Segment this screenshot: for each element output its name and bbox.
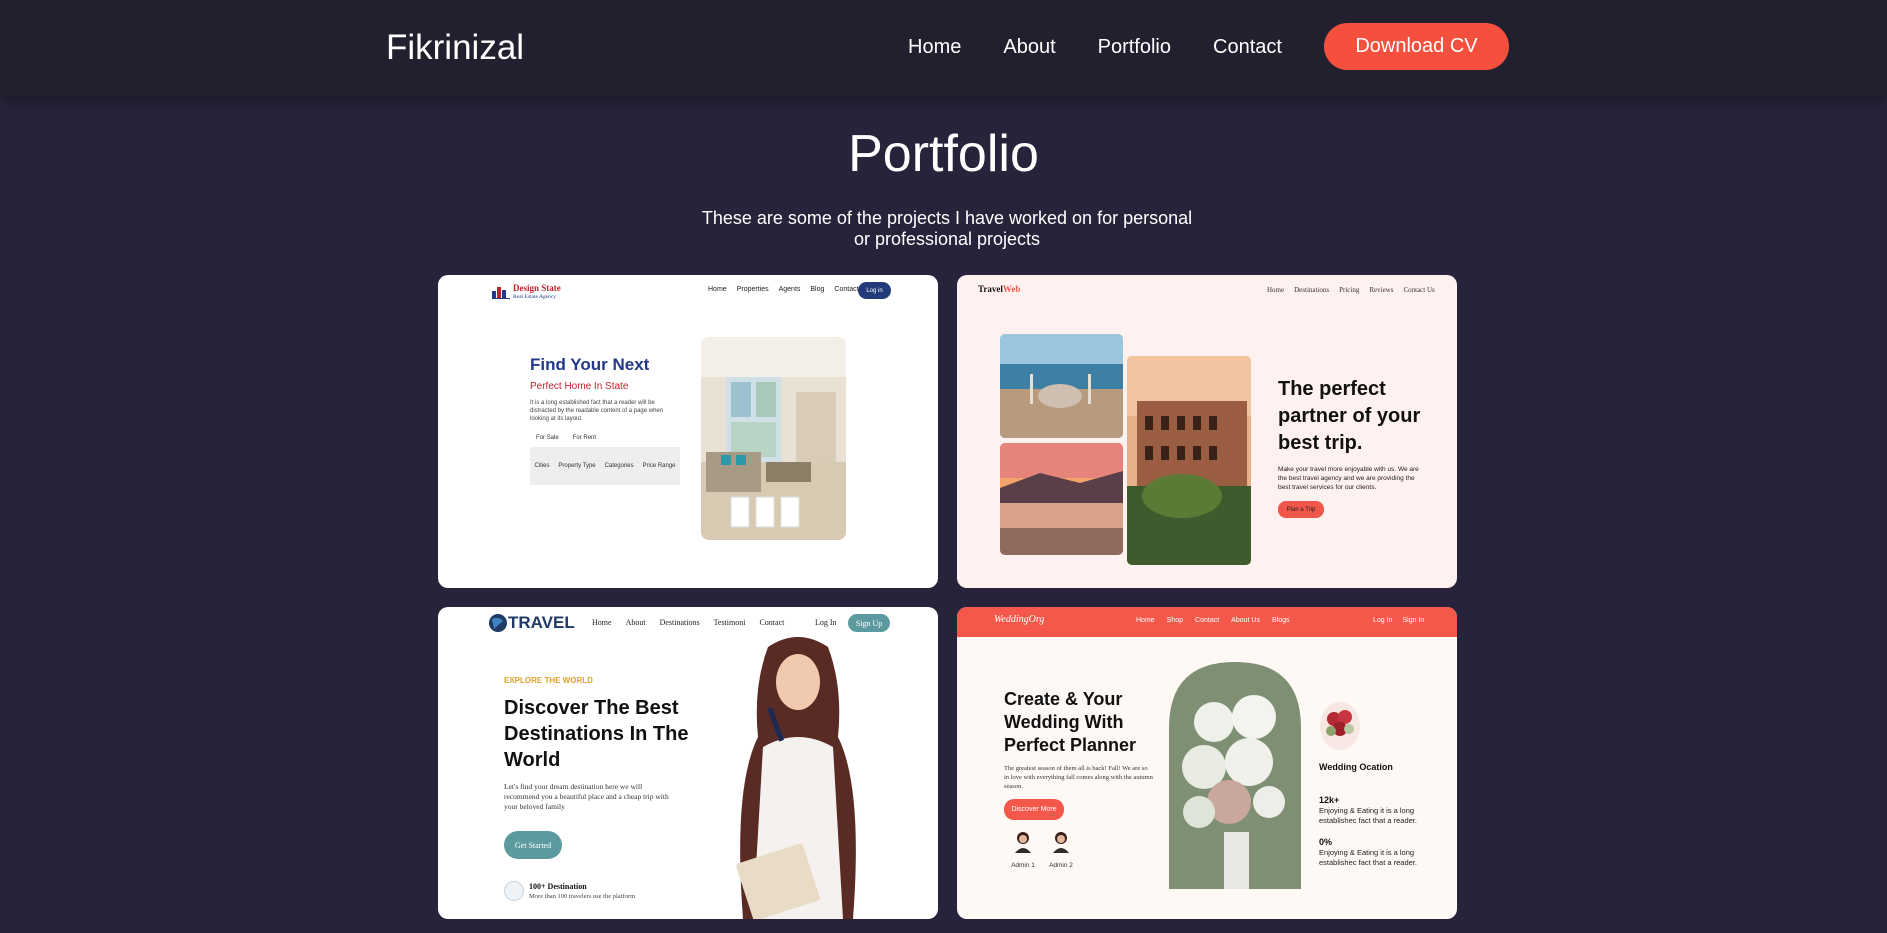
card-brand-part: Travel [978, 284, 1003, 294]
card-nav-item: Contact [1195, 617, 1220, 624]
card-stat-title: 100+ Destination [529, 882, 587, 891]
card-heading: Discover The Best Destinations In The Wo… [504, 697, 689, 771]
portfolio-card-travelweb[interactable]: TravelWeb Home Destinations Pricing Revi… [957, 275, 1457, 588]
card-heading: Create & Your Wedding With Perfect Plann… [1004, 689, 1137, 755]
card-nav-item: Blog [810, 286, 825, 293]
globe-stat-icon [504, 881, 524, 901]
card-nav-item: Blogs [1271, 617, 1290, 624]
card-cta-button: Discover More [1004, 799, 1064, 820]
nav-link-home[interactable]: Home [908, 36, 961, 59]
card-filter: Price Range [642, 463, 676, 469]
card-heading: Find Your Next [530, 355, 650, 374]
card-tab: For Sale [536, 435, 559, 441]
card-nav-item: Reviews [1369, 286, 1394, 294]
card-tab: For Rent [572, 435, 597, 441]
portfolio-card-wedding[interactable]: WeddingOrg Home Shop Contact About Us Bl… [957, 607, 1457, 919]
card-stat-number: 12k+ [1319, 795, 1340, 805]
card-text: Let's find your dream destination here w… [504, 782, 669, 811]
card-stat-desc: Enjoying & Eating it is a long establish… [1319, 806, 1417, 825]
nav-link-contact[interactable]: Contact [1213, 36, 1282, 59]
card-stat-number: 0% [1319, 837, 1333, 847]
top-navbar: Fikrinizal Home About Portfolio Contact … [0, 0, 1887, 96]
admin-label: Admin 1 [1011, 862, 1035, 869]
brand-logo-text[interactable]: Fikrinizal [386, 28, 524, 68]
living-room-photo [701, 337, 846, 540]
card-login-link: Log In [1373, 617, 1393, 624]
card-nav-item: Pricing [1339, 286, 1360, 294]
card-nav-item: Destinations [659, 618, 700, 627]
card-text: The greatest season of them all is back!… [1004, 765, 1153, 790]
card-heading: The perfect partner of your best trip. [1278, 378, 1421, 454]
card-nav-item: Home [1267, 286, 1285, 294]
card-auth-links: Log In Sign In [1373, 617, 1424, 624]
card-filter: Property Type [558, 463, 596, 469]
card-brand-part: Web [1002, 284, 1021, 294]
portfolio-card-travel[interactable]: TRAVEL Home About Destinations Testimoni… [438, 607, 938, 919]
card-login-button: Log in [858, 282, 891, 299]
section-subtitle: These are some of the projects I have wo… [701, 208, 1193, 249]
card-text: It is a long established fact that a rea… [530, 400, 664, 422]
card-brand: TravelWeb [978, 284, 1020, 294]
card-nav-item: Home [592, 618, 612, 627]
download-cv-button[interactable]: Download CV [1324, 23, 1509, 70]
card-nav-item: Agents [778, 286, 801, 293]
card-brand: TRAVEL [508, 613, 575, 632]
card-brand-sub: Real Estate Agency [513, 294, 557, 300]
card-nav: Home About Destinations Testimoni Contac… [592, 618, 784, 627]
card-nav-item: Home [1136, 617, 1155, 624]
card-stat-sub: More than 100 travelers use the platform [529, 893, 636, 900]
card-signin-link: Sign In [1402, 617, 1425, 624]
bridal-bouquet-photo [1169, 662, 1301, 889]
card-login-link: Log In [815, 618, 837, 627]
globe-logo-icon [489, 614, 507, 632]
main-nav: Home About Portfolio Contact [908, 36, 1324, 59]
card-nav: Home Properties Agents Blog Contact [708, 286, 859, 293]
card-stat-desc: Enjoying & Eating it is a long establish… [1319, 848, 1417, 867]
portfolio-card-design-state[interactable]: Design State Real Estate Agency Home Pro… [438, 275, 938, 588]
card-tabs: For Sale For Rent [536, 435, 596, 441]
card-nav-item: Destinations [1294, 286, 1330, 294]
card-cta-button: Get Started [504, 831, 562, 859]
card-kicker: EXPLORE THE WORLD [504, 676, 593, 685]
card-nav: Home Destinations Pricing Reviews Contac… [1267, 286, 1435, 294]
card-cta-button: Plan a Trip [1278, 501, 1324, 518]
sunset-beach-photo [1000, 443, 1123, 555]
istanbul-mosque-photo [1000, 334, 1123, 438]
nav-link-portfolio[interactable]: Portfolio [1098, 36, 1171, 59]
woman-with-notebook-photo [736, 637, 856, 919]
nav-link-about[interactable]: About [1003, 36, 1055, 59]
card-filter-bar: Cities Property Type Categories Price Ra… [530, 447, 680, 485]
card-subheading: Perfect Home In State [530, 381, 629, 392]
card-nav-item: Properties [736, 286, 769, 293]
card-nav-item: About [625, 618, 646, 627]
colosseum-photo [1127, 356, 1251, 565]
card-text: Make your travel more enjoyable with us.… [1278, 466, 1419, 491]
card-nav-item: About Us [1231, 617, 1260, 624]
card-filter: Categories [604, 463, 634, 469]
card-nav-item: Home [708, 286, 727, 293]
card-nav-item: Testimoni [713, 618, 746, 627]
card-nav-item: Contact [834, 286, 859, 293]
card-nav-item: Contact Us [1403, 286, 1435, 294]
admin-avatar-icon [1015, 832, 1031, 853]
building-logo-icon [492, 287, 510, 299]
card-side-title: Wedding Ocation [1319, 762, 1393, 772]
card-nav-item: Shop [1166, 617, 1184, 624]
card-nav: Home Shop Contact About Us Blogs [1136, 617, 1289, 624]
admin-avatar-icon [1053, 832, 1069, 853]
card-brand: WeddingOrg [994, 614, 1045, 625]
card-brand: Design State [513, 283, 561, 293]
card-nav-item: Contact [759, 618, 785, 627]
rose-bouquet-photo [1320, 702, 1360, 750]
admin-label: Admin 2 [1049, 862, 1073, 869]
section-title: Portfolio [848, 125, 1039, 183]
card-filter: Cities [534, 463, 550, 469]
